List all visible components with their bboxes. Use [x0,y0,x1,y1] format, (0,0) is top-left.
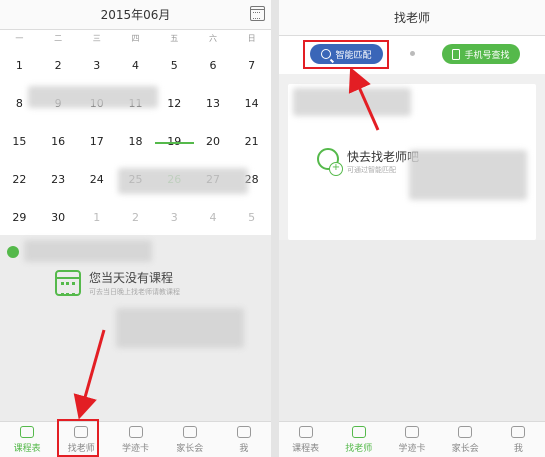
day-cell[interactable]: 14 [232,97,271,110]
no-class-subtitle: 可去当日晚上找老师请教课程 [89,288,180,296]
tab-label: 我 [239,443,249,454]
find-teacher-screen: 找老师 智能匹配 手机号查找 快去找老师吧 可通过智能匹配 课程表 找老师 学迹… [279,0,545,457]
day-cell[interactable]: 22 [0,173,39,186]
calendar-grid: 一 二 三 四 五 六 日 1 2 3 4 5 6 7 8 9 10 11 12… [0,30,271,262]
calendar-empty-icon [55,270,81,296]
day-cell[interactable]: 24 [77,173,116,186]
day-cell-next-month[interactable]: 1 [77,211,116,224]
tab-label: 家长会 [451,443,479,454]
blurred-region [116,308,244,348]
tab-label: 找老师 [345,443,373,454]
day-cell[interactable]: 4 [116,59,155,72]
day-cell[interactable]: 20 [194,135,233,148]
page-header: 找老师 [279,0,545,36]
card-icon [405,425,419,438]
tab-label: 课程表 [292,443,320,454]
weekday-label: 四 [131,33,140,43]
tab-label: 找老师 [67,443,95,454]
tab-find-teacher[interactable]: 找老师 [54,422,108,457]
day-cell-next-month[interactable]: 5 [232,211,271,224]
calendar-title: 2015年06月 [100,8,171,22]
status-dot-icon [7,246,19,258]
phone-search-label: 手机号查找 [464,50,510,61]
day-cell[interactable]: 2 [39,59,78,72]
day-cell[interactable]: 17 [77,135,116,148]
day-cell[interactable]: 3 [77,59,116,72]
blurred-region [409,150,527,200]
calendar-icon [298,425,313,438]
day-cell[interactable]: 13 [194,97,233,110]
calendar-header: 2015年06月 [0,0,271,30]
tab-study-card[interactable]: 学迹卡 [385,422,438,457]
panel-divider [271,0,279,457]
content-area [279,240,545,421]
weekday-label: 二 [54,33,63,43]
today-indicator [155,142,194,144]
day-cell-next-month[interactable]: 2 [116,211,155,224]
chat-icon [182,425,197,438]
tab-schedule[interactable]: 课程表 [0,422,54,457]
day-cell[interactable]: 1 [0,59,39,72]
weekday-label: 三 [92,33,101,43]
blurred-region [24,240,152,262]
day-cell[interactable]: 18 [116,135,155,148]
annotation-highlight-box [303,40,389,69]
blurred-region [293,88,411,116]
day-cell[interactable]: 15 [0,135,39,148]
weekday-label: 六 [208,33,217,43]
phone-icon [452,48,461,60]
people-icon [351,425,366,438]
user-icon [236,425,251,438]
tab-label: 家长会 [176,443,204,454]
day-cell[interactable]: 7 [232,59,271,72]
day-cell-next-month[interactable]: 4 [194,211,233,224]
phone-search-button[interactable]: 手机号查找 [442,44,520,64]
calendar-icon[interactable] [250,6,265,21]
day-cell[interactable]: 5 [155,59,194,72]
day-cell[interactable]: 21 [232,135,271,148]
no-class-title: 您当天没有课程 [89,271,174,285]
tab-study-card[interactable]: 学迹卡 [108,422,162,457]
bottom-tabbar: 课程表 找老师 学迹卡 家长会 我 [0,421,271,457]
day-cell[interactable]: 6 [194,59,233,72]
tab-find-teacher[interactable]: 找老师 [332,422,385,457]
schedule-screen: 2015年06月 一 二 三 四 五 六 日 1 2 3 4 5 6 7 8 9… [0,0,271,457]
tab-parents[interactable]: 家长会 [163,422,217,457]
day-cell[interactable]: 29 [0,211,39,224]
page-title: 找老师 [393,11,430,25]
separator-dot [410,51,415,56]
day-cell[interactable]: 23 [39,173,78,186]
tab-me[interactable]: 我 [217,422,271,457]
weekday-label: 一 [15,33,24,43]
week-row: 1 2 3 4 5 6 7 [0,46,271,84]
day-cell-next-month[interactable]: 3 [155,211,194,224]
user-icon [511,425,526,438]
tab-label: 学迹卡 [122,443,150,454]
weekday-row: 一 二 三 四 五 六 日 [0,30,271,46]
card-icon [128,425,143,438]
week-row: 29 30 1 2 3 4 5 [0,198,271,236]
week-row: 15 16 17 18 19 20 21 [0,122,271,160]
day-cell[interactable]: 19 [155,135,194,148]
day-cell[interactable]: 16 [39,135,78,148]
day-cell[interactable]: 12 [155,97,194,110]
tab-me[interactable]: 我 [492,422,545,457]
blurred-region [28,86,158,108]
people-icon [74,425,89,438]
bottom-tabbar: 课程表 找老师 学迹卡 家长会 我 [279,421,545,457]
card-subtitle: 可通过智能匹配 [347,166,396,174]
blurred-region [118,168,248,194]
tab-schedule[interactable]: 课程表 [279,422,332,457]
tab-label: 课程表 [13,443,41,454]
weekday-label: 日 [247,33,256,43]
weekday-label: 五 [170,33,179,43]
chat-icon [458,425,473,438]
add-teacher-icon [317,148,343,176]
tab-parents[interactable]: 家长会 [439,422,492,457]
day-cell[interactable]: 30 [39,211,78,224]
tab-label: 我 [513,443,523,454]
calendar-icon [20,425,35,438]
tab-label: 学迹卡 [398,443,426,454]
